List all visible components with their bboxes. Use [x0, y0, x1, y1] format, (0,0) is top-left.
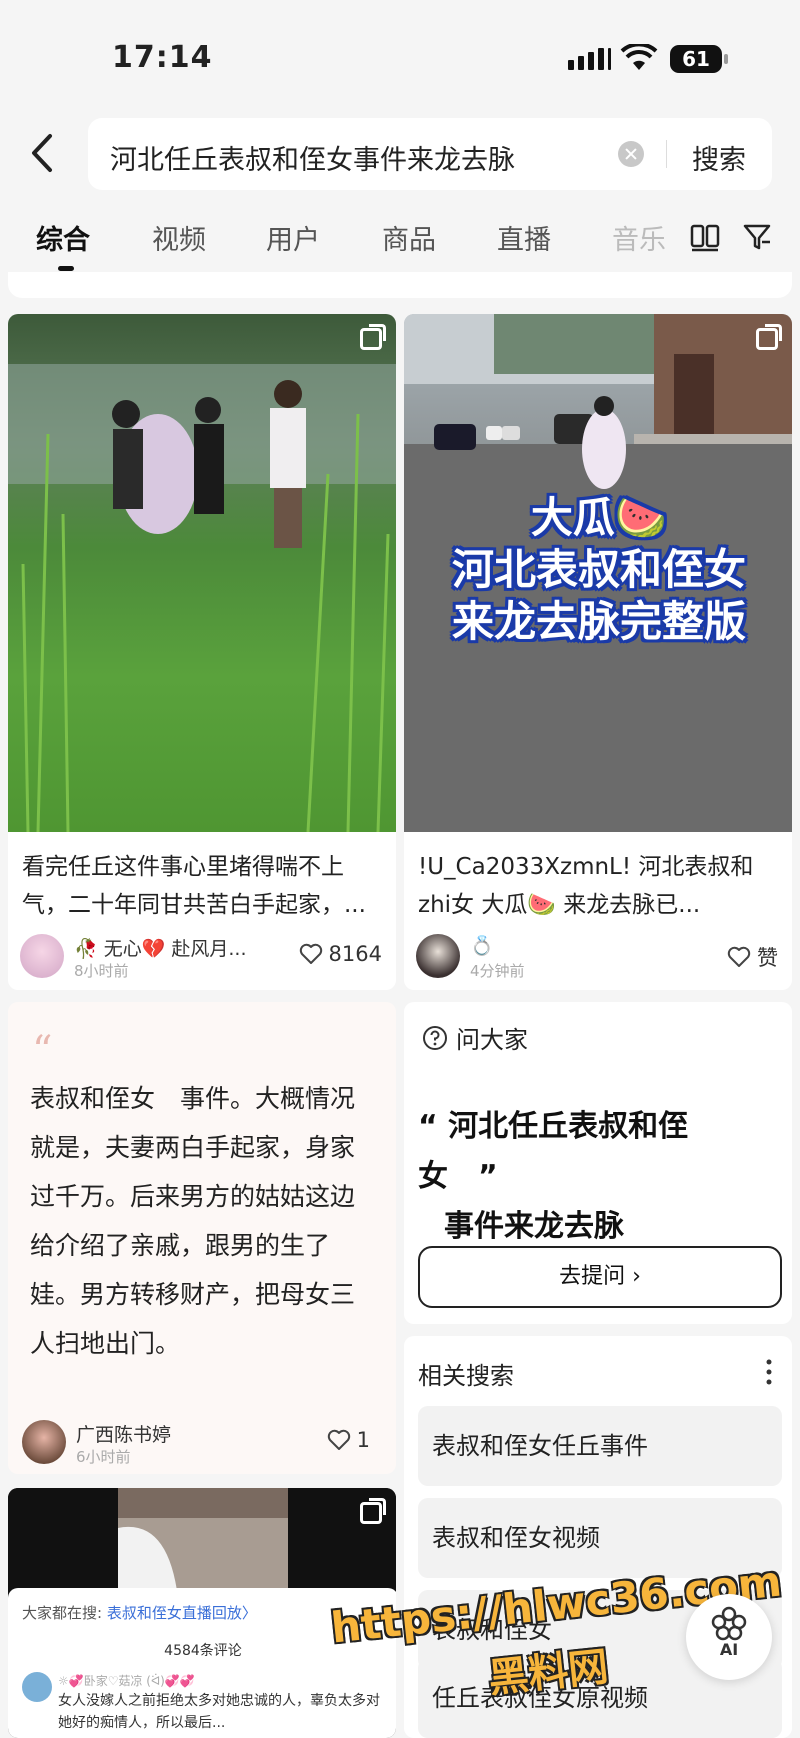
video-title[interactable]: !U_Ca2033XzmnL! 河北表叔和zhi女 大瓜🍉 来龙去脉已...: [418, 848, 780, 924]
quote-mark-icon: “: [32, 1028, 53, 1074]
ask-question-line1: “ 河北任丘表叔和侄女 ”: [418, 1109, 689, 1194]
tab-music[interactable]: 音乐: [612, 218, 666, 257]
back-arrow-icon[interactable]: [22, 128, 62, 178]
heart-icon: [299, 943, 322, 964]
ask-label-text: 问大家: [456, 1026, 528, 1054]
popup-header: 大家都在搜: 表叔和侄女直播回放〉: [22, 1602, 257, 1623]
video-meta: 💍 4分钟前 赞: [416, 934, 778, 984]
clear-search-icon[interactable]: [618, 141, 644, 167]
multi-image-icon: [756, 324, 782, 350]
video-card[interactable]: 大瓜🍉 河北表叔和侄女 来龙去脉完整版 !U_Ca2033XzmnL! 河北表叔…: [404, 314, 792, 990]
previous-card-edge: [8, 272, 792, 298]
avatar: [22, 1672, 52, 1702]
question-circle-icon: [423, 1025, 447, 1050]
search-divider: [666, 140, 667, 168]
search-submit-button[interactable]: 搜索: [692, 138, 746, 177]
ask-question: “ 河北任丘表叔和侄女 ” 事件来龙去脉: [418, 1102, 758, 1252]
battery-indicator: 61: [670, 45, 728, 73]
ask-question-button[interactable]: 去提问 ›: [418, 1246, 782, 1308]
post-time: 4分钟前: [470, 962, 525, 980]
avatar[interactable]: [20, 934, 64, 978]
multi-image-icon: [360, 1498, 386, 1524]
heart-icon: [327, 1429, 350, 1450]
popup-search-link[interactable]: 表叔和侄女直播回放〉: [107, 1604, 257, 1622]
like-button[interactable]: 1: [327, 1428, 370, 1452]
tab-comprehensive[interactable]: 综合: [36, 218, 90, 257]
related-search-item[interactable]: 表叔和侄女任丘事件: [418, 1406, 782, 1486]
like-count: 1: [356, 1428, 370, 1452]
note-title[interactable]: 看完任丘这件事心里堵得喘不上气，二十年同甘共苦白手起家，...: [22, 848, 384, 924]
tab-live[interactable]: 直播: [497, 218, 551, 257]
author-name[interactable]: 🥀 无心💔 赴风月...: [74, 934, 247, 961]
overlay-caption-line1: 大瓜🍉: [530, 493, 668, 542]
tab-users[interactable]: 用户: [266, 218, 320, 257]
comment-user: ☼💞卧家♡菇凉 (ᐛ)💞💞: [58, 1674, 195, 1688]
quote-body[interactable]: 表叔和侄女 事件。大概情况就是，夫妻两白手起家，身家过千万。后来男方的姑姑这边给…: [30, 1074, 370, 1368]
post-time: 8小时前: [74, 962, 129, 980]
tab-video[interactable]: 视频: [152, 218, 206, 257]
heart-icon: [727, 946, 751, 967]
ai-assistant-button[interactable]: AI: [686, 1594, 772, 1680]
cellular-signal-icon: [568, 48, 611, 70]
search-header: 河北任丘表叔和侄女事件来龙去脉 搜索: [0, 110, 800, 200]
ask-everyone-card[interactable]: 问大家 “ 河北任丘表叔和侄女 ” 事件来龙去脉 去提问 ›: [404, 1002, 792, 1324]
thumbnail-scene: [118, 1488, 288, 1598]
status-time: 17:14: [112, 40, 213, 75]
like-button[interactable]: 8164: [299, 942, 382, 966]
filter-icon[interactable]: [742, 222, 772, 252]
avatar[interactable]: [416, 934, 460, 978]
wifi-icon: [620, 44, 658, 70]
more-options-icon[interactable]: [766, 1358, 772, 1386]
like-count: 8164: [328, 942, 382, 966]
tab-products[interactable]: 商品: [382, 218, 436, 257]
like-button[interactable]: 赞: [727, 942, 778, 972]
avatar[interactable]: [22, 1420, 66, 1464]
note-card[interactable]: 看完任丘这件事心里堵得喘不上气，二十年同甘共苦白手起家，... 🥀 无心💔 赴风…: [8, 314, 396, 990]
ai-button-label: AI: [719, 1640, 739, 1659]
overlay-caption-line3: 来龙去脉完整版: [451, 597, 746, 646]
search-query-text[interactable]: 河北任丘表叔和侄女事件来龙去脉: [110, 138, 515, 177]
video-card-thumbnail[interactable]: [8, 1488, 396, 1598]
result-tabs: 综合 视频 用户 商品 直播 音乐: [0, 210, 800, 271]
layout-toggle-icon[interactable]: [690, 222, 720, 252]
author-name[interactable]: 💍: [470, 934, 494, 957]
comment-text: 女人没嫁人之前拒绝太多对她忠诚的人，辜负太多对她好的痴情人，所以最后...: [58, 1693, 380, 1731]
note-meta: 🥀 无心💔 赴风月... 8小时前 8164: [20, 934, 382, 984]
note-card-thumbnail[interactable]: [8, 314, 396, 832]
like-label: 赞: [757, 946, 778, 970]
active-tab-indicator: [58, 266, 74, 271]
ask-question-line2: 事件来龙去脉: [444, 1209, 624, 1244]
overlay-caption-line2: 河北表叔和侄女: [451, 545, 746, 594]
post-time: 6小时前: [76, 1448, 131, 1466]
author-name[interactable]: 广西陈书婷: [76, 1420, 171, 1447]
related-searches-title: 相关搜索: [418, 1362, 514, 1390]
popup-prefix: 大家都在搜:: [22, 1604, 107, 1622]
search-input[interactable]: 河北任丘表叔和侄女事件来龙去脉 搜索: [88, 118, 772, 190]
multi-image-icon: [360, 324, 386, 350]
thumbnail-scene: [8, 364, 396, 832]
quote-note-card[interactable]: “ 表叔和侄女 事件。大概情况就是，夫妻两白手起家，身家过千万。后来男方的姑姑这…: [8, 1002, 396, 1474]
status-bar: 17:14 61: [0, 0, 800, 110]
ai-flower-icon: [711, 1606, 747, 1641]
note-meta: 广西陈书婷 6小时前 1: [22, 1420, 384, 1470]
ask-label: 问大家: [422, 1020, 528, 1055]
video-card-thumbnail[interactable]: 大瓜🍉 河北表叔和侄女 来龙去脉完整版: [404, 314, 792, 832]
